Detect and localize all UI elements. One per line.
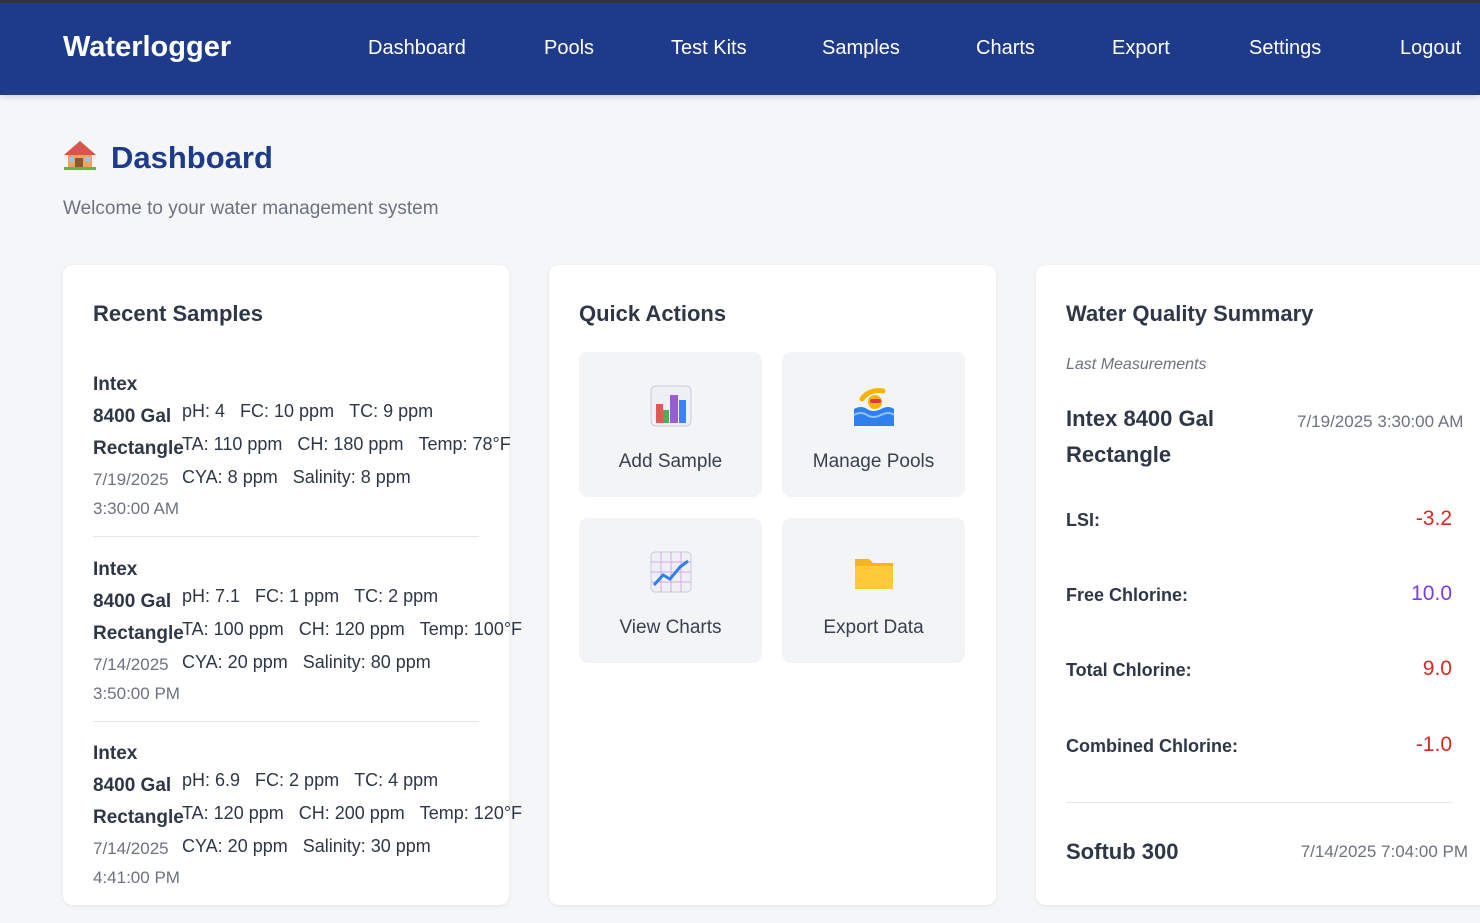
pool-divider <box>1066 802 1452 803</box>
nav-logout[interactable]: Logout <box>1400 37 1461 60</box>
sample-item[interactable]: Intex 8400 Gal Rectangle 7/14/2025 4:41:… <box>93 738 522 923</box>
line-chart-icon <box>650 551 692 593</box>
recent-samples-title: Recent Samples <box>93 301 263 326</box>
navbar: Waterlogger Dashboard Pools Test Kits Sa… <box>0 3 1480 95</box>
nav-test-kits[interactable]: Test Kits <box>671 37 747 60</box>
brand-logo[interactable]: Waterlogger <box>63 31 231 64</box>
view-charts-button[interactable]: View Charts <box>579 518 762 663</box>
swimmer-icon <box>853 388 895 426</box>
metric-value: -3.2 <box>1415 507 1452 530</box>
folder-icon <box>855 559 893 589</box>
metric-free-chlorine: Free Chlorine: 10.0 <box>1066 582 1452 605</box>
sample-readings-row-3: CYA: 8 ppm Salinity: 8 ppm <box>182 467 411 487</box>
nav-samples[interactable]: Samples <box>822 37 900 60</box>
export-data-button[interactable]: Export Data <box>782 518 965 663</box>
sample-date: 7/14/2025 4:41:00 PM <box>93 839 180 887</box>
view-charts-label: View Charts <box>619 617 722 638</box>
metric-value: 10.0 <box>1411 582 1452 605</box>
add-sample-button[interactable]: Add Sample <box>579 352 762 497</box>
export-data-label: Export Data <box>823 617 924 638</box>
manage-pools-label: Manage Pools <box>812 451 935 472</box>
sample-date: 7/19/2025 3:30:00 AM <box>93 470 180 518</box>
pool-measurement-date: 7/14/2025 7:04:00 PM <box>1300 842 1468 861</box>
sample-divider <box>93 536 479 537</box>
metric-total-chlorine: Total Chlorine: 9.0 <box>1066 657 1452 680</box>
sample-readings-row-3: CYA: 20 ppm Salinity: 80 ppm <box>182 652 431 672</box>
metric-lsi: LSI: -3.2 <box>1066 507 1452 530</box>
page-title-text: Dashboard <box>111 140 273 175</box>
sample-item[interactable]: Intex 8400 Gal Rectangle 7/14/2025 3:50:… <box>93 554 522 739</box>
sample-readings-row-2: TA: 100 ppm CH: 120 ppm Temp: 100°F <box>182 619 523 639</box>
water-quality-card: Water Quality Summary Last Measurements … <box>1036 265 1480 905</box>
add-sample-label: Add Sample <box>618 451 723 472</box>
pool-name: Softub 300 <box>1066 839 1179 864</box>
sample-date: 7/14/2025 3:50:00 PM <box>93 655 180 703</box>
bar-chart-icon <box>650 385 692 427</box>
water-quality-title: Water Quality Summary <box>1066 301 1314 326</box>
nav-export[interactable]: Export <box>1112 37 1170 60</box>
sample-readings-row-1: pH: 4 FC: 10 ppm TC: 9 ppm <box>182 401 434 421</box>
sample-readings-row-1: pH: 6.9 FC: 2 ppm TC: 4 ppm <box>182 770 439 790</box>
metric-value: -1.0 <box>1415 733 1452 756</box>
quick-actions-card: Quick Actions Add Sample Manage Pools Vi… <box>549 265 996 905</box>
manage-pools-button[interactable]: Manage Pools <box>782 352 965 497</box>
recent-samples-card: Recent Samples Intex 8400 Gal Rectangle … <box>63 265 522 905</box>
nav-settings[interactable]: Settings <box>1249 37 1321 60</box>
pool-measurement-date: 7/19/2025 3:30:00 AM <box>1297 412 1464 431</box>
house-icon <box>64 141 96 170</box>
sample-readings-row-3: CYA: 20 ppm Salinity: 30 ppm <box>182 836 431 856</box>
nav-dashboard[interactable]: Dashboard <box>368 37 466 60</box>
sample-item[interactable]: Intex 8400 Gal Rectangle 7/19/2025 3:30:… <box>93 369 511 554</box>
pool-name: Intex 8400 Gal Rectangle <box>1066 406 1214 467</box>
page-subtitle: Welcome to your water management system <box>63 198 439 219</box>
sample-pool-name: Intex 8400 Gal Rectangle <box>93 374 184 459</box>
nav-pools[interactable]: Pools <box>544 37 594 60</box>
quick-actions-title: Quick Actions <box>579 301 727 326</box>
sample-readings-row-1: pH: 7.1 FC: 1 ppm TC: 2 ppm <box>182 586 439 606</box>
sample-divider <box>93 721 479 722</box>
sample-pool-name: Intex 8400 Gal Rectangle <box>93 559 184 644</box>
sample-readings-row-2: TA: 110 ppm CH: 180 ppm Temp: 78°F <box>182 434 511 454</box>
metric-combined-chlorine: Combined Chlorine: -1.0 <box>1066 733 1452 756</box>
metric-value: 9.0 <box>1422 657 1452 680</box>
last-measurements-label: Last Measurements <box>1066 356 1207 373</box>
page-title: Dashboard <box>63 140 273 176</box>
nav-charts[interactable]: Charts <box>976 37 1035 60</box>
sample-readings-row-2: TA: 120 ppm CH: 200 ppm Temp: 120°F <box>182 803 523 823</box>
sample-pool-name: Intex 8400 Gal Rectangle <box>93 743 184 828</box>
